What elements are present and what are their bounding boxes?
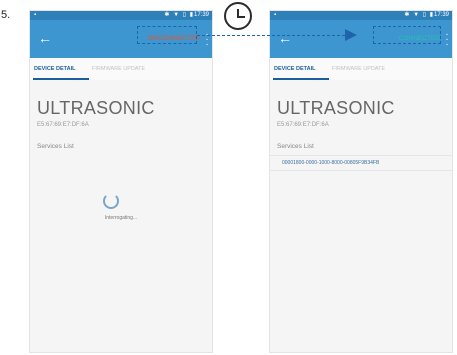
notification-icon: ▪ [34, 12, 37, 18]
service-uuid: 00001800-0000-1000-8000-00805F9B34FB [282, 160, 380, 166]
tab-device-detail[interactable]: DEVICE DETAIL [34, 66, 75, 73]
connected-highlight-box [373, 26, 441, 44]
loading-spinner-icon [103, 193, 119, 209]
status-bar: ▪ ✱ ▼ ▯ ▮ 17:39 [30, 11, 212, 20]
tab-device-detail[interactable]: DEVICE DETAIL [274, 66, 315, 73]
tab-firmware-update[interactable]: FIRMWARE UPDATE [92, 66, 145, 73]
status-time: 17:39 [193, 12, 209, 18]
device-name: ULTRASONIC [277, 98, 395, 118]
transition-arrow-line [197, 35, 345, 36]
disconnected-highlight-box [137, 26, 197, 44]
back-arrow-icon[interactable]: ← [38, 31, 52, 45]
transition-arrow-head-icon [345, 29, 357, 41]
phone-screen-before: ▪ ✱ ▼ ▯ ▮ 17:39 ← DISCONNECTED · · · DEVIC… [29, 10, 213, 353]
loading-text: Interrogating... [104, 215, 138, 221]
tab-bar: DEVICE DETAIL FIRMWARE UPDATE [30, 58, 212, 80]
device-address: E5:67:69:E7:DF:6A [277, 122, 329, 128]
overflow-menu-icon[interactable]: · · · [445, 30, 449, 50]
clock-hand-minute [237, 16, 245, 18]
services-list-label: Services List [37, 143, 74, 150]
device-detail-content: ULTRASONIC E5:67:69:E7:DF:6A Services Li… [30, 80, 212, 352]
tab-firmware-update[interactable]: FIRMWARE UPDATE [332, 66, 385, 73]
step-number: 5. [1, 9, 11, 21]
clock-icon [224, 2, 252, 30]
device-detail-content: ULTRASONIC E5:67:69:E7:DF:6A Services Li… [270, 80, 452, 352]
device-name: ULTRASONIC [37, 98, 155, 118]
notification-icon: ▪ [274, 12, 277, 18]
device-address: E5:67:69:E7:DF:6A [37, 122, 89, 128]
phone-screen-after: ▪ ✱ ▼ ▯ ▮ 17:39 ← CONNECTED · · · DEVICE D… [269, 10, 453, 353]
status-icons: ✱ ▼ ▯ ▮ [164, 12, 194, 18]
back-arrow-icon[interactable]: ← [278, 31, 292, 45]
status-bar: ▪ ✱ ▼ ▯ ▮ 17:39 [270, 11, 452, 20]
services-list-label: Services List [277, 143, 314, 150]
status-time: 17:39 [433, 12, 449, 18]
status-icons: ✱ ▼ ▯ ▮ [404, 12, 434, 18]
tab-bar: DEVICE DETAIL FIRMWARE UPDATE [270, 58, 452, 80]
service-list-item[interactable]: 00001800-0000-1000-8000-00805F9B34FB [270, 155, 452, 171]
